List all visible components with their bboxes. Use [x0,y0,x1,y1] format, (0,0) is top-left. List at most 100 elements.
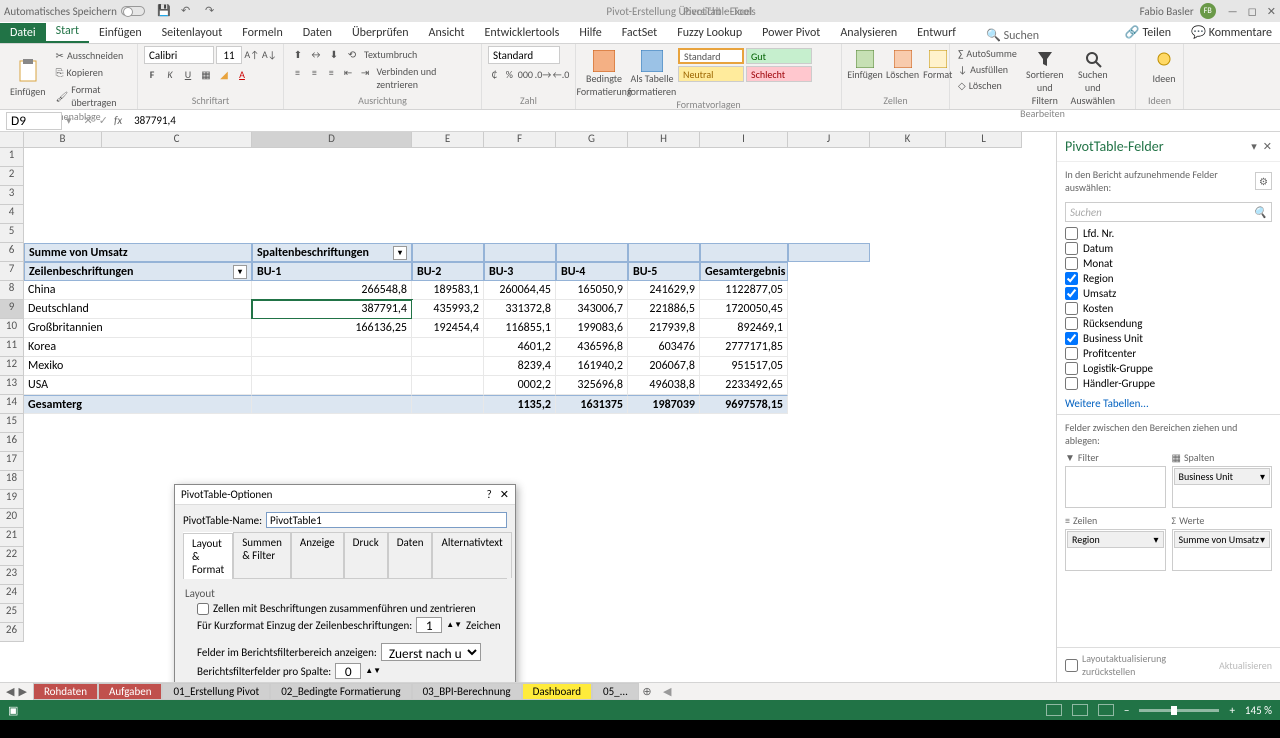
cut-button[interactable]: ✂ Ausschneiden [54,48,131,63]
cell[interactable]: BU-3 [484,262,556,281]
paste-button[interactable]: Einfügen [6,46,50,110]
tab-design[interactable]: Entwurf [907,23,966,43]
column-dropdown-icon[interactable]: ▾ [393,246,407,260]
format-cells-button[interactable]: Format [923,46,952,81]
tab-factset[interactable]: FactSet [612,23,667,43]
currency-icon[interactable]: ₵ [488,66,501,82]
cell[interactable]: Summe von Umsatz [24,243,252,262]
field-checkbox[interactable] [1065,332,1078,345]
fill-button[interactable]: ↓ Ausfüllen [956,62,1019,77]
tab-analyze[interactable]: Analysieren [830,23,907,43]
align-left-icon[interactable]: ≡ [290,64,305,80]
orientation-icon[interactable]: ⟲ [344,46,360,62]
cell[interactable]: 189583,1 [412,281,484,300]
dec-decimal-icon[interactable]: ←.0 [553,66,569,82]
cell[interactable] [412,243,484,262]
align-center-icon[interactable]: ≡ [307,64,322,80]
col-header-L[interactable]: L [946,132,1022,148]
sheet-tab[interactable]: 05_... [592,683,639,700]
row-header-2[interactable]: 2 [0,167,24,186]
cell[interactable]: 951517,05 [700,357,788,376]
cell[interactable]: 496038,8 [628,376,700,395]
cell[interactable]: 1631375 [556,395,628,414]
align-middle-icon[interactable]: ↔ [308,46,324,62]
sheet-tab[interactable]: Dashboard [522,683,592,700]
field-item[interactable]: Logistik-Gruppe [1065,361,1272,376]
cell[interactable]: 0002,2 [484,376,556,395]
add-sheet-button[interactable]: ⊕ [639,685,655,698]
tab-review[interactable]: Überprüfen [342,23,419,43]
find-select-button[interactable]: Suchen und Auswählen [1071,46,1115,107]
insert-cells-button[interactable]: Einfügen [848,46,882,81]
field-item[interactable]: Profitcenter [1065,346,1272,361]
cell[interactable]: 221886,5 [628,300,700,319]
field-item[interactable]: Region [1065,271,1272,286]
restore-icon[interactable]: ◻ [1248,5,1257,18]
cell[interactable]: 260064,45 [484,281,556,300]
chk-merge-labels[interactable] [197,603,209,615]
cell[interactable]: 206067,8 [628,357,700,376]
cell[interactable]: 1122877,05 [700,281,788,300]
search-label[interactable]: Suchen [1004,29,1039,43]
tab-pagelayout[interactable]: Seitenlayout [152,23,233,43]
cell[interactable] [700,243,788,262]
dlg-tab-data[interactable]: Daten [388,532,433,578]
cancel-formula-icon[interactable]: ✕ [84,114,93,127]
cell[interactable]: BU-4 [556,262,628,281]
sheet-tab[interactable]: 03_BPI-Berechnung [412,683,522,700]
row-header-18[interactable]: 18 [0,471,24,490]
copy-button[interactable]: ⎘ Kopieren [54,65,131,80]
cell[interactable]: 1720050,45 [700,300,788,319]
cell[interactable]: 1987039 [628,395,700,414]
accept-formula-icon[interactable]: ✓ [99,114,108,127]
indent-spinner[interactable] [416,617,442,633]
field-checkbox[interactable] [1065,242,1078,255]
cell[interactable]: Spaltenbeschriftungen▾ [252,243,412,262]
sheet-nav-prev-icon[interactable]: ◀ [6,685,14,698]
tab-powerpivot[interactable]: Power Pivot [752,23,830,43]
sheet-tab[interactable]: Rohdaten [33,683,98,700]
cell[interactable] [412,376,484,395]
field-item[interactable]: Händler-Gruppe [1065,376,1272,391]
field-item[interactable]: Datum [1065,241,1272,256]
row-header-16[interactable]: 16 [0,433,24,452]
field-checkbox[interactable] [1065,317,1078,330]
inc-decimal-icon[interactable]: .0→ [535,66,551,82]
defer-layout-checkbox[interactable] [1065,659,1078,672]
cell[interactable]: Deutschland [24,300,252,319]
row-field-chip[interactable]: Region▾ [1067,531,1164,548]
filter-drop-area[interactable] [1065,466,1166,508]
cell[interactable]: 435993,2 [412,300,484,319]
row-header-6[interactable]: 6 [0,243,24,262]
dlg-tab-display[interactable]: Anzeige [291,532,344,578]
cell[interactable]: 165050,9 [556,281,628,300]
dialog-close-icon[interactable]: ✕ [500,488,509,501]
columns-drop-area[interactable]: Business Unit▾ [1172,466,1273,508]
tab-fuzzylookup[interactable]: Fuzzy Lookup [667,23,752,43]
zoom-level[interactable]: 145 % [1245,704,1272,717]
decrease-font-icon[interactable]: A↓ [262,46,278,62]
filter-perrow-spinner[interactable] [335,663,361,679]
row-header-11[interactable]: 11 [0,338,24,357]
row-header-15[interactable]: 15 [0,414,24,433]
cell[interactable]: 166136,25 [252,319,412,338]
row-header-19[interactable]: 19 [0,490,24,509]
column-field-chip[interactable]: Business Unit▾ [1174,468,1271,485]
row-header-7[interactable]: 7 [0,262,24,281]
close-icon[interactable]: ✕ [1267,5,1276,18]
col-header-K[interactable]: K [870,132,946,148]
col-header-G[interactable]: G [556,132,628,148]
record-macro-icon[interactable]: ▣ [8,704,18,717]
italic-icon[interactable]: K [162,66,178,82]
sort-filter-button[interactable]: Sortieren und Filtern [1023,46,1067,107]
formula-input[interactable]: 387791,4 [130,114,1280,127]
bold-icon[interactable]: F [144,66,160,82]
thousand-icon[interactable]: 000 [518,66,533,82]
col-header-E[interactable]: E [412,132,484,148]
user-area[interactable]: Fabio Basler FB [1140,3,1216,19]
tab-data[interactable]: Daten [293,23,342,43]
col-header-D[interactable]: D [252,132,412,148]
sheet-tab[interactable]: 02_Bedingte Formatierung [270,683,411,700]
values-drop-area[interactable]: Summe von Umsatz▾ [1172,529,1273,571]
tab-formulas[interactable]: Formeln [232,23,292,43]
